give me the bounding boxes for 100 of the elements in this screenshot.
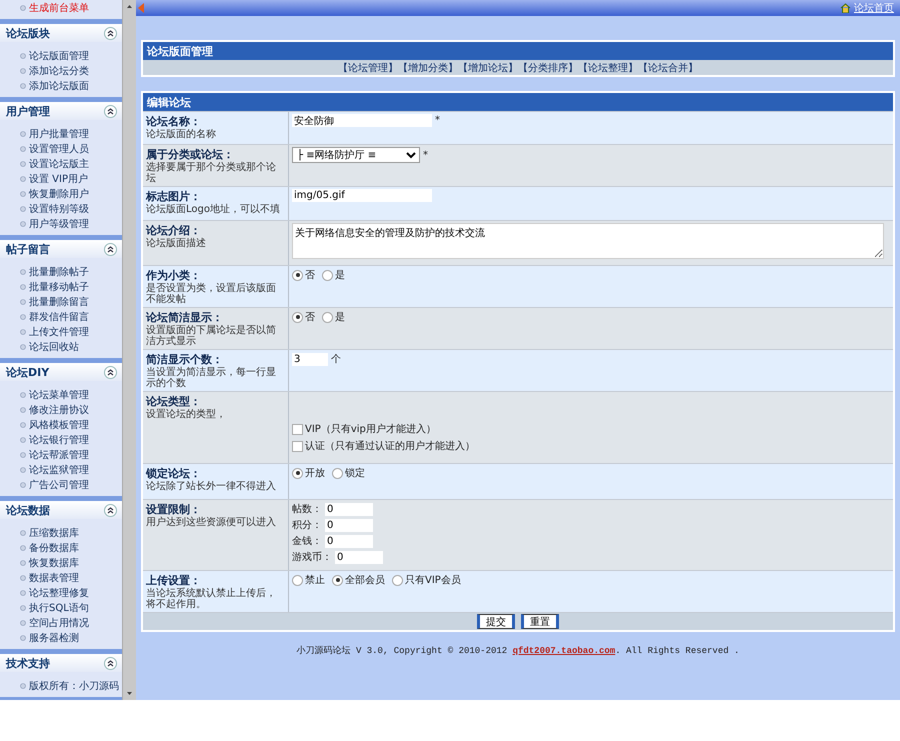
section-title: 帖子留言	[6, 242, 50, 256]
field-hint: 论坛版面的名称	[146, 129, 217, 140]
sidebar-item[interactable]: 广告公司管理	[20, 477, 122, 492]
sidebar-item[interactable]: 设置 VIP用户	[20, 171, 122, 186]
sidebar-item[interactable]: 添加论坛分类	[20, 63, 122, 78]
radio-option[interactable]: 只有VIP会员	[392, 573, 461, 587]
text-field[interactable]: 安全防御	[292, 114, 432, 127]
sidebar-item[interactable]: 群发信件留言	[20, 309, 122, 324]
nav-link[interactable]: 【增加分类】	[398, 60, 458, 74]
sidebar-item[interactable]: 设置管理人员	[20, 141, 122, 156]
checkbox-option[interactable]: VIP（只有vip用户才能进入）	[292, 422, 886, 436]
sidebar-item[interactable]: 压缩数据库	[20, 525, 122, 540]
bullet-icon	[20, 82, 26, 88]
radio-icon[interactable]	[292, 574, 303, 586]
section-title: 论坛数据	[6, 502, 50, 518]
bullet-icon	[20, 190, 26, 196]
radio-option[interactable]: 禁止	[292, 573, 325, 587]
collapse-icon[interactable]	[104, 504, 117, 516]
collapse-icon[interactable]	[104, 366, 117, 378]
collapse-icon[interactable]	[104, 242, 117, 256]
radio-icon[interactable]	[292, 468, 303, 478]
sidebar-item[interactable]: 用户批量管理	[20, 126, 122, 141]
radio-icon[interactable]	[392, 574, 403, 586]
bullet-icon	[20, 130, 26, 136]
sidebar-item[interactable]: 恢复数据库	[20, 555, 122, 570]
sidebar-item[interactable]: 风格模板管理	[20, 417, 122, 432]
bullet-icon	[20, 590, 26, 596]
sidebar-item[interactable]: 服务器检测	[20, 630, 122, 645]
bullet-icon	[20, 620, 26, 626]
bullet-icon	[20, 206, 26, 212]
sidebar-item[interactable]: 论坛菜单管理	[20, 387, 122, 402]
sidebar-item[interactable]: 数据表管理	[20, 570, 122, 585]
sidebar-item[interactable]: 执行SQL语句	[20, 600, 122, 615]
radio-icon[interactable]	[332, 468, 343, 478]
sidebar-item[interactable]: 设置特别等级	[20, 201, 122, 216]
radio-icon[interactable]	[332, 574, 343, 586]
bullet-icon	[20, 160, 26, 166]
nav-link[interactable]: 【分类排序】	[518, 60, 578, 74]
checkbox-icon[interactable]	[292, 440, 303, 452]
radio-option[interactable]: 开放	[292, 466, 325, 480]
bullet-icon	[20, 544, 26, 550]
sidebar-item[interactable]: 生成前台菜单	[20, 0, 122, 15]
sidebar-item[interactable]: 恢复删除用户	[20, 186, 122, 201]
sidebar-item[interactable]: 论坛整理修复	[20, 585, 122, 600]
bullet-icon	[20, 452, 26, 458]
radio-option[interactable]: 否	[292, 310, 315, 324]
bullet-icon	[20, 392, 26, 398]
panel-title: 论坛版面管理	[143, 42, 893, 60]
radio-icon[interactable]	[322, 270, 333, 280]
nav-link[interactable]: 【增加论坛】	[458, 60, 518, 74]
radio-option[interactable]: 全部会员	[332, 573, 385, 587]
nav-link[interactable]: 【论坛合并】	[638, 60, 698, 74]
radio-option[interactable]: 是	[322, 268, 345, 282]
bullet-icon	[20, 68, 26, 74]
sidebar-item[interactable]: 修改注册协议	[20, 402, 122, 417]
field-label: 论坛介绍：	[146, 223, 202, 238]
sidebar-item[interactable]: 论坛监狱管理	[20, 462, 122, 477]
radio-icon[interactable]	[292, 312, 303, 322]
sidebar-item[interactable]: 版权所有：小刀源码	[20, 678, 122, 693]
nav-link[interactable]: 【论坛整理】	[578, 60, 638, 74]
collapse-icon[interactable]	[104, 104, 117, 118]
collapse-icon[interactable]	[104, 656, 117, 670]
submit-button[interactable]: 提交	[477, 614, 515, 629]
field-label: 简洁显示个数：	[146, 352, 224, 366]
sidebar-item[interactable]: 论坛回收站	[20, 339, 122, 354]
sidebar-item[interactable]: 上传文件管理	[20, 324, 122, 339]
radio-option[interactable]: 是	[322, 310, 345, 324]
field-label: 游戏币：	[292, 550, 332, 564]
sidebar-item[interactable]: 论坛帮派管理	[20, 447, 122, 462]
section-title: 论坛版块	[6, 26, 50, 40]
reset-button[interactable]: 重置	[521, 614, 559, 629]
sidebar-item[interactable]: 备份数据库	[20, 540, 122, 555]
radio-icon[interactable]	[322, 312, 333, 322]
checkbox-option[interactable]: 认证（只有通过认证的用户才能进入）	[292, 439, 886, 453]
section-title: 论坛DIY	[6, 364, 50, 380]
text-field[interactable]: img/05.gif	[292, 189, 432, 202]
sidebar-item[interactable]: 批量删除帖子	[20, 264, 122, 279]
field-label: 论坛名称：	[146, 114, 202, 129]
text-field[interactable]: 3	[292, 352, 328, 366]
sidebar-item[interactable]: 批量移动帖子	[20, 279, 122, 294]
sidebar-item[interactable]: 用户等级管理	[20, 216, 122, 231]
shop-link[interactable]: qfdt2007.taobao.com	[512, 646, 616, 656]
sidebar-item[interactable]: 论坛版面管理	[20, 48, 122, 63]
number-field[interactable]: 0	[335, 550, 383, 564]
collapse-icon[interactable]	[104, 26, 117, 40]
sidebar-item[interactable]: 添加论坛版面	[20, 78, 122, 93]
number-field[interactable]: 0	[325, 502, 373, 516]
number-field[interactable]: 0	[325, 518, 373, 532]
number-field[interactable]: 0	[325, 534, 373, 548]
radio-option[interactable]: 否	[292, 268, 315, 282]
nav-link[interactable]: 【论坛管理】	[338, 60, 398, 74]
sidebar-item[interactable]: 批量删除留言	[20, 294, 122, 309]
sidebar-item[interactable]: 设置论坛版主	[20, 156, 122, 171]
description-field[interactable]: 关于网络信息安全的管理及防护的技术交流	[292, 223, 884, 259]
sidebar-item[interactable]: 论坛银行管理	[20, 432, 122, 447]
sidebar-item[interactable]: 空间占用情况	[20, 615, 122, 630]
radio-icon[interactable]	[292, 270, 303, 280]
radio-option[interactable]: 锁定	[332, 466, 365, 480]
field-label: 标志图片：	[146, 189, 202, 204]
checkbox-icon[interactable]	[292, 424, 303, 434]
